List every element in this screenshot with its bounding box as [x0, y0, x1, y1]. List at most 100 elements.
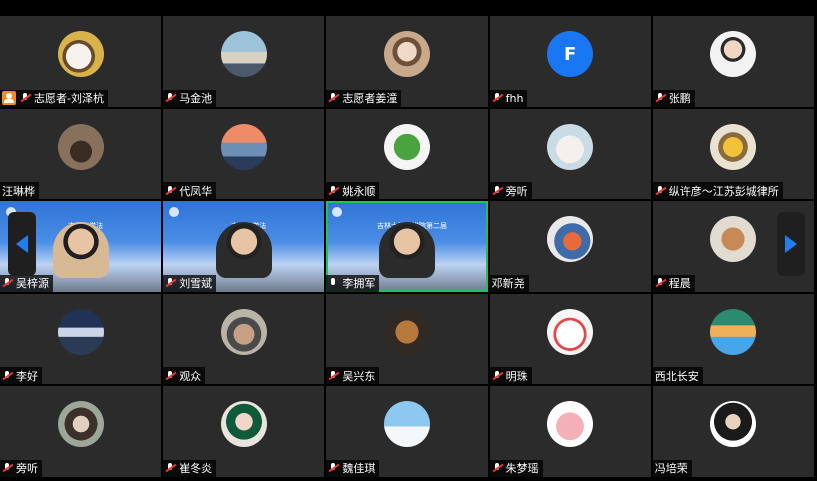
- participant-name: 志愿者姜潼: [342, 92, 398, 106]
- avatar: [220, 123, 267, 170]
- mic-muted-icon: [492, 185, 502, 196]
- participant-name: 吴梓源: [16, 277, 49, 291]
- name-label: 吴梓源: [0, 274, 53, 292]
- avatar: [710, 31, 757, 78]
- name-label: 程晨: [652, 274, 695, 292]
- participant-name: 张鹏: [668, 92, 691, 106]
- mic-muted-icon: [328, 185, 338, 196]
- avatar: [220, 308, 267, 355]
- name-label: 魏佳琪: [326, 459, 380, 477]
- participant-tile[interactable]: 明珠: [489, 293, 651, 385]
- mic-muted-icon: [2, 463, 12, 473]
- participant-name: 吴兴东: [342, 369, 376, 383]
- avatar: [710, 308, 757, 355]
- avatar: [710, 216, 757, 263]
- name-label: 汪琳桦: [0, 182, 39, 200]
- participant-tile[interactable]: 志愿者-刘泽杭: [0, 16, 162, 107]
- name-label: 朱梦瑶: [489, 459, 543, 477]
- slide-logo-icon: [169, 207, 180, 218]
- active-speaker-video-tile[interactable]: 吉林大学法学院第二届"盈科杯 李拥军: [326, 201, 488, 292]
- participant-tile[interactable]: 崔冬炎: [163, 386, 325, 477]
- avatar: [57, 401, 104, 448]
- name-label: 马金池: [163, 89, 217, 107]
- mic-muted-icon: [328, 370, 338, 381]
- participant-name: 志愿者-刘泽杭: [34, 92, 104, 106]
- participant-name: 姚永顺: [342, 184, 376, 198]
- participant-name: 冯培荣: [654, 462, 688, 476]
- participant-name: 旁听: [16, 462, 38, 476]
- name-label: 志愿者姜潼: [326, 89, 402, 107]
- host-icon: [2, 91, 16, 106]
- chevron-right-icon: [785, 235, 797, 253]
- chevron-left-icon: [16, 235, 28, 253]
- participant-tile[interactable]: 马金池: [163, 16, 325, 107]
- video-person: [378, 221, 435, 278]
- participant-name: fhh: [505, 91, 524, 105]
- participant-name: 西北长安: [654, 369, 699, 383]
- participant-name: 旁听: [505, 184, 528, 198]
- participant-name: 马金池: [179, 92, 213, 106]
- participant-tile[interactable]: 旁听: [489, 108, 651, 200]
- participant-tile[interactable]: 魏佳琪: [326, 386, 488, 477]
- participant-name: 程晨: [668, 277, 691, 291]
- next-page-button[interactable]: [777, 212, 805, 276]
- name-label: 旁听: [489, 182, 532, 200]
- mic-muted-icon: [2, 278, 12, 288]
- participant-tile[interactable]: 朱梦瑶: [489, 386, 651, 477]
- participant-tile[interactable]: 姚永顺: [326, 108, 488, 200]
- participant-tile[interactable]: 邓新尧: [489, 201, 651, 292]
- participant-grid: 志愿者-刘泽杭 马金池 志愿者姜潼 F fhh 张鹏 汪琳桦 代凤华 姚永顺 旁…: [0, 16, 814, 477]
- avatar: [220, 31, 267, 78]
- name-label: 邓新尧: [489, 274, 529, 292]
- participant-tile[interactable]: 张鹏: [652, 16, 814, 107]
- avatar: [547, 401, 594, 448]
- participant-tile[interactable]: 西北长安: [652, 293, 814, 385]
- avatar: [383, 401, 430, 448]
- avatar-initial: F: [547, 31, 594, 78]
- participant-tile[interactable]: 李好: [0, 293, 162, 385]
- mic-muted-icon: [655, 278, 665, 288]
- name-label: 李好: [0, 367, 42, 385]
- participant-name: 李拥军: [342, 277, 376, 291]
- participant-name: 邓新尧: [491, 277, 525, 291]
- mic-muted-icon: [2, 370, 12, 381]
- participant-video-tile[interactable]: 吉林大学法 刘雪斌: [163, 201, 325, 292]
- participant-name: 代凤华: [179, 184, 213, 198]
- avatar: [710, 123, 757, 170]
- participant-name: 明珠: [505, 369, 528, 383]
- participant-tile[interactable]: 观众: [163, 293, 325, 385]
- mic-muted-icon: [492, 93, 502, 103]
- name-label: 纵许彦～江苏彭城律所: [652, 182, 783, 200]
- name-label: 明珠: [489, 367, 532, 385]
- participant-tile[interactable]: F fhh: [489, 16, 651, 107]
- participant-tile[interactable]: 吴兴东: [326, 293, 488, 385]
- avatar: [383, 31, 430, 78]
- participant-tile[interactable]: 志愿者姜潼: [326, 16, 488, 107]
- participant-tile[interactable]: 旁听: [0, 386, 162, 477]
- video-person: [52, 221, 109, 278]
- mic-muted-icon: [165, 370, 175, 381]
- name-label: 吴兴东: [326, 367, 380, 385]
- avatar: [710, 401, 757, 448]
- mic-muted-icon: [165, 463, 175, 473]
- participant-tile[interactable]: 纵许彦～江苏彭城律所: [652, 108, 814, 200]
- participant-name: 观众: [179, 369, 202, 383]
- mic-muted-icon: [165, 185, 175, 196]
- participant-tile[interactable]: 汪琳桦: [0, 108, 162, 200]
- name-label: 冯培荣: [652, 459, 692, 477]
- mic-muted-icon: [328, 463, 338, 473]
- mic-muted-icon: [165, 278, 175, 288]
- avatar: [57, 123, 104, 170]
- name-label: 张鹏: [652, 89, 695, 107]
- participant-tile[interactable]: 代凤华: [163, 108, 325, 200]
- previous-page-button[interactable]: [8, 212, 36, 276]
- participant-tile[interactable]: 冯培荣: [652, 386, 814, 477]
- video-person: [215, 221, 272, 278]
- mic-muted-icon: [165, 93, 175, 103]
- name-label: 刘雪斌: [163, 274, 217, 292]
- avatar: [57, 31, 104, 78]
- mic-on-icon: [328, 278, 338, 288]
- mic-muted-icon: [655, 93, 665, 103]
- avatar: [220, 401, 267, 448]
- name-label: 观众: [163, 367, 206, 385]
